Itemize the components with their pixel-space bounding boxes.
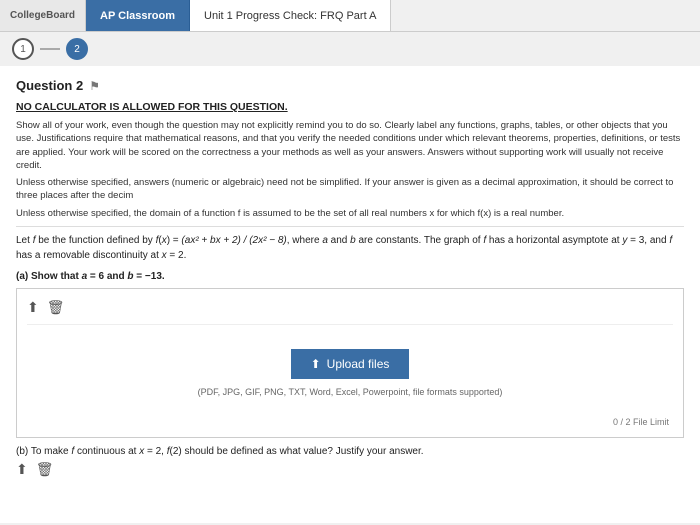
- page-title-tab: Unit 1 Progress Check: FRQ Part A: [190, 0, 391, 31]
- part-b-toolbar: ⬆ 🗑: [16, 461, 684, 478]
- upload-files-button[interactable]: ⬆ Upload files: [291, 349, 410, 379]
- upload-box: ⬆ 🗑 ⬆ Upload files (PDF, JPG, GIF, PNG, …: [16, 288, 684, 438]
- top-bar: CollegeBoard AP Classroom Unit 1 Progres…: [0, 0, 700, 32]
- breadcrumb: 1 2: [0, 32, 700, 66]
- part-b-label: (b) To make f continuous at x = 2, f(2) …: [16, 446, 684, 457]
- page-title: Unit 1 Progress Check: FRQ Part A: [204, 10, 376, 22]
- question-title: Question 2: [16, 78, 83, 93]
- step-connector: [40, 48, 60, 50]
- question-header: Question 2 ⚑: [16, 78, 684, 93]
- no-calc-notice: NO CALCULATOR IS ALLOWED FOR THIS QUESTI…: [16, 101, 684, 113]
- step-1-circle[interactable]: 1: [12, 38, 34, 60]
- ap-classroom-label: AP Classroom: [100, 10, 175, 22]
- upload-icon: ⬆: [311, 357, 321, 371]
- file-limit: 0 / 2 File Limit: [27, 417, 673, 427]
- upload-toolbar: ⬆ 🗑: [27, 299, 673, 325]
- instructions-1: Show all of your work, even though the q…: [16, 119, 684, 172]
- collegeboard-logo-area: CollegeBoard: [0, 0, 86, 31]
- upload-drop-area: ⬆ Upload files (PDF, JPG, GIF, PNG, TXT,…: [27, 333, 673, 417]
- problem-statement: Let f be the function defined by f(x) = …: [16, 233, 684, 263]
- upload-toolbar-icon[interactable]: ⬆: [27, 299, 39, 316]
- part-b-trash-icon[interactable]: 🗑: [36, 461, 54, 478]
- part-b-upload-icon[interactable]: ⬆: [16, 461, 28, 478]
- step-2-circle[interactable]: 2: [66, 38, 88, 60]
- main-content: Question 2 ⚑ NO CALCULATOR IS ALLOWED FO…: [0, 66, 700, 523]
- instructions-3: Unless otherwise specified, the domain o…: [16, 207, 684, 220]
- collegeboard-label: CollegeBoard: [10, 10, 75, 21]
- divider: [16, 226, 684, 227]
- problem-text: Let f be the function defined by f(x) = …: [16, 235, 672, 261]
- upload-formats: (PDF, JPG, GIF, PNG, TXT, Word, Excel, P…: [198, 387, 503, 397]
- trash-toolbar-icon[interactable]: 🗑: [47, 299, 65, 316]
- upload-button-label: Upload files: [327, 357, 390, 371]
- ap-classroom-tab[interactable]: AP Classroom: [86, 0, 190, 31]
- instructions-2: Unless otherwise specified, answers (num…: [16, 176, 684, 203]
- flag-icon[interactable]: ⚑: [89, 79, 100, 93]
- part-a-label: (a) Show that a = 6 and b = −13.: [16, 271, 684, 282]
